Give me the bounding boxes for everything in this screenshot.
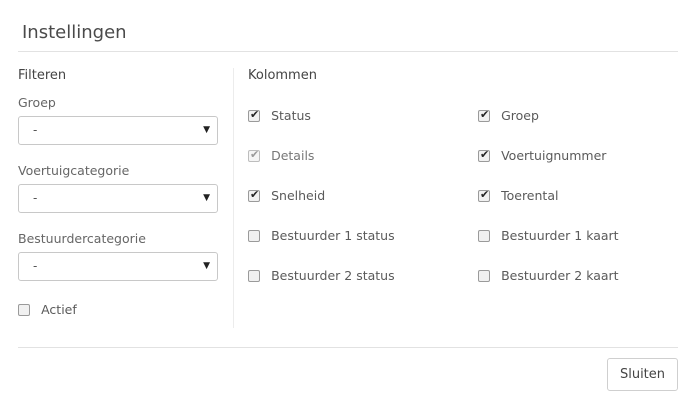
column-option-status[interactable]: Status bbox=[248, 105, 311, 123]
column-label: Details bbox=[271, 148, 315, 163]
column-option-toerental[interactable]: Toerental bbox=[478, 185, 559, 203]
column-checkbox[interactable] bbox=[478, 269, 490, 282]
group-select[interactable]: - ▼ bbox=[18, 116, 218, 145]
column-option-snelheid[interactable]: Snelheid bbox=[248, 185, 326, 203]
active-checkbox[interactable] bbox=[18, 303, 30, 316]
column-label: Bestuurder 1 status bbox=[271, 228, 395, 243]
caret-down-icon: ▼ bbox=[203, 125, 210, 135]
driver-category-select-value: - bbox=[33, 259, 38, 273]
column-label: Snelheid bbox=[271, 188, 326, 203]
column-checkbox[interactable] bbox=[248, 229, 260, 242]
column-checkbox[interactable] bbox=[248, 108, 260, 122]
column-checkbox[interactable] bbox=[478, 188, 490, 202]
column-checkbox[interactable] bbox=[478, 229, 490, 242]
filters-title: Filteren bbox=[18, 68, 67, 83]
column-label: Groep bbox=[501, 108, 539, 123]
header-divider bbox=[18, 51, 678, 52]
column-label: Bestuurder 2 status bbox=[271, 268, 395, 283]
footer-divider bbox=[18, 347, 678, 348]
column-option-bestuurder-1-status[interactable]: Bestuurder 1 status bbox=[248, 225, 395, 243]
column-label: Voertuignummer bbox=[501, 148, 607, 163]
column-option-bestuurder-2-kaart[interactable]: Bestuurder 2 kaart bbox=[478, 265, 619, 283]
active-label: Actief bbox=[41, 302, 77, 317]
vehicle-category-select-value: - bbox=[33, 191, 38, 205]
group-select-value: - bbox=[33, 123, 38, 137]
column-option-groep[interactable]: Groep bbox=[478, 105, 539, 123]
section-separator bbox=[233, 68, 234, 328]
column-option-bestuurder-1-kaart[interactable]: Bestuurder 1 kaart bbox=[478, 225, 619, 243]
caret-down-icon: ▼ bbox=[203, 261, 210, 271]
column-label: Bestuurder 1 kaart bbox=[501, 228, 619, 243]
driver-category-select[interactable]: - ▼ bbox=[18, 252, 218, 281]
active-filter-option[interactable]: Actief bbox=[18, 299, 77, 317]
column-option-bestuurder-2-status[interactable]: Bestuurder 2 status bbox=[248, 265, 395, 283]
dialog-title: Instellingen bbox=[22, 22, 127, 43]
column-label: Status bbox=[271, 108, 311, 123]
column-checkbox bbox=[248, 148, 260, 162]
column-option-voertuignummer[interactable]: Voertuignummer bbox=[478, 145, 607, 163]
settings-dialog: Instellingen Filteren Groep - ▼ Voertuig… bbox=[0, 0, 697, 401]
column-label: Bestuurder 2 kaart bbox=[501, 268, 619, 283]
caret-down-icon: ▼ bbox=[203, 193, 210, 203]
column-checkbox[interactable] bbox=[248, 269, 260, 282]
column-checkbox[interactable] bbox=[248, 188, 260, 202]
vehicle-category-label: Voertuigcategorie bbox=[18, 163, 130, 178]
vehicle-category-select[interactable]: - ▼ bbox=[18, 184, 218, 213]
group-label: Groep bbox=[18, 95, 56, 110]
column-label: Toerental bbox=[501, 188, 559, 203]
column-option-details: Details bbox=[248, 145, 315, 163]
columns-title: Kolommen bbox=[248, 68, 317, 83]
driver-category-label: Bestuurdercategorie bbox=[18, 231, 146, 246]
column-checkbox[interactable] bbox=[478, 108, 490, 122]
close-button[interactable]: Sluiten bbox=[607, 358, 678, 391]
column-checkbox[interactable] bbox=[478, 148, 490, 162]
